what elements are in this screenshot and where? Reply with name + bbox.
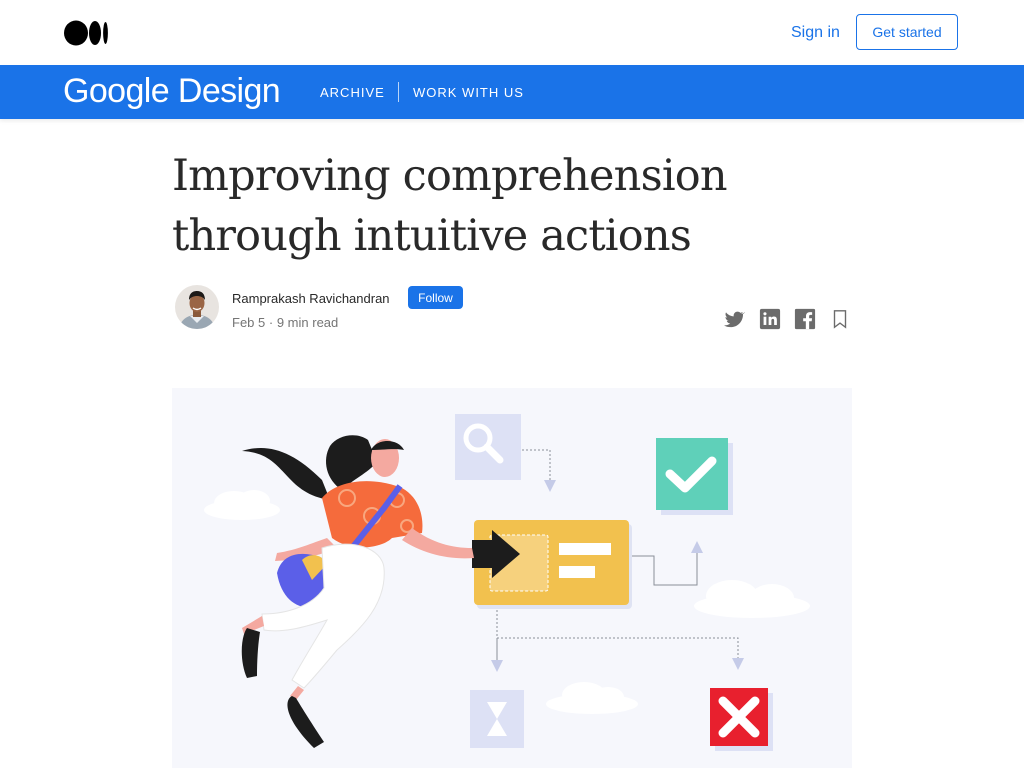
linkedin-icon[interactable] [759,308,781,330]
sign-in-link[interactable]: Sign in [791,24,840,42]
article-title: Improving comprehension through intuitiv… [172,146,792,266]
nav-divider [398,82,399,102]
facebook-icon[interactable] [794,308,816,330]
publish-date: Feb 5 [232,315,266,330]
hero-illustration [172,388,852,768]
top-bar: Sign in Get started [0,0,1024,65]
author-name[interactable]: Ramprakash Ravichandran [232,291,390,306]
article-title-line-2: through intuitive actions [172,211,692,261]
author-avatar[interactable] [175,285,219,329]
article-meta: Feb 5 · 9 min read [232,315,338,330]
nav-work-with-us[interactable]: WORK WITH US [413,85,524,100]
read-time: 9 min read [276,315,339,330]
twitter-icon[interactable] [723,308,745,330]
publication-logo[interactable]: Google Design [63,72,281,111]
follow-button[interactable]: Follow [408,286,463,309]
publication-bar: Google Design ARCHIVE WORK WITH US [0,65,1024,119]
medium-logo-icon[interactable] [64,20,110,46]
avatar-image [175,285,219,329]
nav-archive[interactable]: ARCHIVE [320,85,385,100]
get-started-button[interactable]: Get started [856,14,958,50]
meta-separator: · [268,315,274,330]
bookmark-icon[interactable] [829,308,851,330]
illustration-art [204,414,810,751]
article-title-line-1: Improving comprehension [172,151,728,201]
